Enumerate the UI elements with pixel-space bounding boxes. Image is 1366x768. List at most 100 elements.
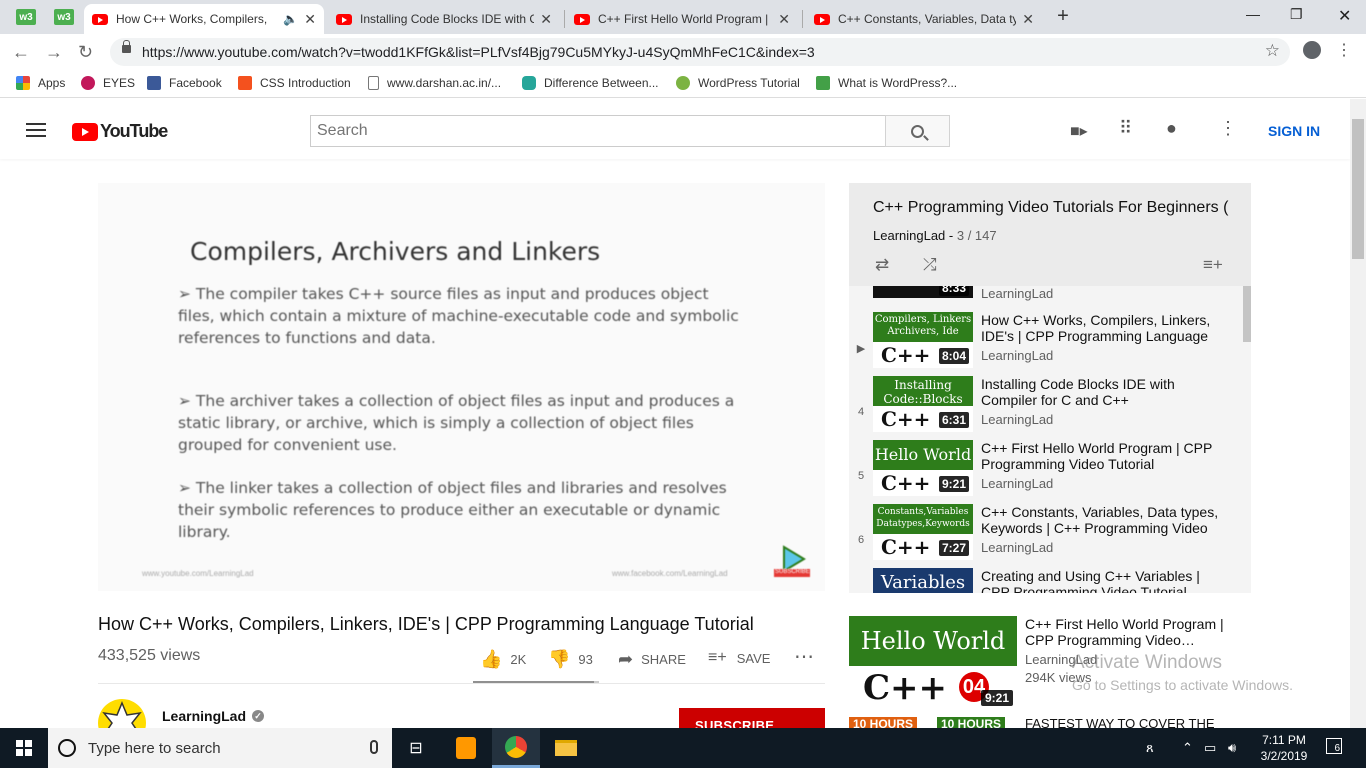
playlist-item[interactable]: 5 Hello World C++ 9:21 C++ First Hello W… bbox=[849, 440, 1239, 504]
minimize-button[interactable]: — bbox=[1246, 6, 1260, 22]
bookmark-facebook[interactable]: Facebook bbox=[147, 76, 222, 90]
bookmark-label: Difference Between... bbox=[544, 76, 659, 90]
new-tab-button[interactable]: + bbox=[1052, 6, 1074, 28]
account-icon[interactable] bbox=[1303, 41, 1321, 59]
playlist-title[interactable]: C++ Programming Video Tutorials For Begi… bbox=[873, 199, 1233, 217]
playlist-thumbnail: Variables bbox=[873, 568, 973, 593]
thumbnail-caption: Hello World bbox=[873, 440, 973, 470]
taskbar-search[interactable]: Type here to search bbox=[48, 728, 392, 768]
item-index: 4 bbox=[857, 406, 865, 418]
tab-4[interactable]: C++ Constants, Variables, Data ty ✕ bbox=[806, 4, 1042, 34]
sublime-text-icon[interactable] bbox=[442, 728, 490, 768]
bookmark-wordpress[interactable]: WordPress Tutorial bbox=[676, 76, 800, 90]
duration-badge: 8:33 bbox=[938, 286, 969, 296]
people-icon[interactable]: ጸ bbox=[1146, 740, 1154, 756]
search-button[interactable] bbox=[885, 115, 950, 147]
pinned-tab-w3-2[interactable]: w3 bbox=[50, 5, 78, 29]
system-clock[interactable]: 7:11 PM 3/2/2019 bbox=[1256, 732, 1312, 764]
browser-menu-icon[interactable]: ⋮ bbox=[1336, 40, 1352, 60]
battery-icon[interactable]: ▭ bbox=[1204, 740, 1216, 756]
notification-count: 6 bbox=[1334, 743, 1340, 754]
channel-avatar[interactable] bbox=[98, 699, 146, 729]
playlist-thumbnail: Compilers, Linkers Archivers, Ide C++ 8:… bbox=[873, 312, 973, 368]
cortana-icon bbox=[58, 739, 76, 757]
share-arrow-icon: ➦ bbox=[618, 649, 634, 669]
hamburger-menu-icon[interactable] bbox=[26, 123, 46, 137]
close-tab-icon[interactable]: ✕ bbox=[778, 11, 790, 28]
star-icon[interactable]: ☆ bbox=[1265, 41, 1280, 61]
settings-dots-icon[interactable]: ⋮ bbox=[1219, 118, 1237, 139]
channel-name[interactable]: LearningLad ✓ bbox=[162, 708, 265, 724]
speaker-icon[interactable]: 🔈 bbox=[283, 12, 298, 26]
playlist-thumbnail: Constants,Variables Datatypes,Keywords C… bbox=[873, 504, 973, 560]
thumbs-up-icon: 👍 bbox=[480, 649, 503, 669]
file-explorer-icon[interactable] bbox=[542, 728, 590, 768]
like-count: 2K bbox=[510, 652, 527, 667]
subscribe-button[interactable]: SUBSCRIBE 171K bbox=[679, 708, 825, 729]
duration-badge: 8:04 bbox=[938, 348, 969, 364]
messages-icon[interactable]: ● bbox=[1166, 118, 1177, 139]
youtube-logo[interactable]: YouTube bbox=[72, 121, 168, 142]
bookmark-difference[interactable]: Difference Between... bbox=[522, 76, 659, 90]
save-playlist-icon[interactable]: ≡+ bbox=[1203, 255, 1223, 275]
item-channel: LearningLad bbox=[981, 286, 1054, 301]
playlist-item[interactable]: 4 Installing Code::Blocks C++ 6:31 Insta… bbox=[849, 376, 1239, 440]
bookmark-darshan[interactable]: www.darshan.ac.in/... bbox=[368, 76, 501, 90]
like-button[interactable]: 👍 2K bbox=[480, 649, 526, 670]
bookmark-label: WordPress Tutorial bbox=[698, 76, 800, 90]
omnibox[interactable]: https://www.youtube.com/watch?v=twodd1KF… bbox=[110, 38, 1290, 66]
dislike-button[interactable]: 👎 93 bbox=[548, 649, 593, 670]
bookmark-apps[interactable]: Apps bbox=[16, 76, 65, 90]
back-arrow-icon[interactable]: ← bbox=[12, 42, 30, 63]
item-title: Installing Code Blocks IDE with Compiler… bbox=[981, 376, 1175, 408]
tab-2[interactable]: Installing Code Blocks IDE with C ✕ bbox=[328, 4, 560, 34]
tab-title: Installing Code Blocks IDE with C bbox=[360, 12, 535, 26]
playlist-item[interactable]: 6 Constants,Variables Datatypes,Keywords… bbox=[849, 504, 1239, 568]
create-video-icon[interactable]: ■▸ bbox=[1070, 121, 1088, 141]
playlist-item-current[interactable]: ▶ Compilers, Linkers Archivers, Ide C++ … bbox=[849, 312, 1239, 376]
w3-icon: w3 bbox=[54, 9, 74, 25]
tab-3[interactable]: C++ First Hello World Program | ✕ bbox=[566, 4, 798, 34]
forward-arrow-icon[interactable]: → bbox=[45, 42, 63, 63]
bookmark-what-is-wordpress[interactable]: What is WordPress?... bbox=[816, 76, 957, 90]
video-player[interactable]: Compilers, Archivers and Linkers ➢ The c… bbox=[98, 183, 825, 591]
chrome-icon[interactable] bbox=[492, 728, 540, 768]
volume-icon[interactable]: 🔊︎ bbox=[1228, 740, 1236, 756]
tab-title: C++ Constants, Variables, Data ty bbox=[838, 12, 1017, 26]
tab-active[interactable]: How C++ Works, Compilers, 🔈 ✕ bbox=[84, 4, 324, 34]
activate-windows-hint: Go to Settings to activate Windows. bbox=[1072, 677, 1293, 693]
reload-icon[interactable]: ↻ bbox=[78, 42, 93, 63]
page-scrollbar[interactable] bbox=[1350, 99, 1366, 729]
show-hidden-icons[interactable]: ⌃ bbox=[1182, 740, 1193, 756]
url-text[interactable]: https://www.youtube.com/watch?v=twodd1KF… bbox=[142, 44, 815, 60]
close-tab-icon[interactable]: ✕ bbox=[540, 11, 552, 28]
bookmark-css[interactable]: CSS Introduction bbox=[238, 76, 351, 90]
apps-grid-icon[interactable]: ⠿ bbox=[1119, 118, 1132, 139]
bookmark-label: What is WordPress?... bbox=[838, 76, 958, 90]
task-view-icon[interactable]: ⊟ bbox=[392, 728, 440, 768]
microphone-icon[interactable] bbox=[370, 740, 378, 754]
bookmark-eyes[interactable]: EYES bbox=[81, 76, 135, 90]
search-input[interactable] bbox=[310, 115, 886, 147]
loop-icon[interactable]: ⇄ bbox=[875, 255, 889, 275]
playlist-channel[interactable]: LearningLad bbox=[873, 228, 945, 243]
close-tab-icon[interactable]: ✕ bbox=[304, 11, 316, 28]
maximize-button[interactable]: ❐ bbox=[1290, 6, 1303, 23]
save-button[interactable]: ≡+ SAVE bbox=[708, 649, 770, 667]
more-actions-icon[interactable]: ⋯ bbox=[794, 644, 814, 669]
clock-time: 7:11 PM bbox=[1262, 733, 1306, 747]
playlist-scrollbar[interactable] bbox=[1243, 286, 1251, 342]
shuffle-icon[interactable]: ⤮ bbox=[923, 255, 937, 275]
playlist-item[interactable]: Variables Creating and Using C++ Variabl… bbox=[849, 568, 1239, 593]
sign-in-button[interactable]: SIGN IN bbox=[1268, 123, 1320, 139]
pinned-tab-w3[interactable]: w3 bbox=[12, 5, 40, 29]
close-window-button[interactable]: ✕ bbox=[1338, 6, 1351, 26]
action-center-icon[interactable]: 6 bbox=[1326, 738, 1342, 754]
item-channel: LearningLad bbox=[981, 476, 1054, 491]
tab-divider bbox=[564, 10, 565, 28]
close-tab-icon[interactable]: ✕ bbox=[1022, 11, 1034, 28]
windows-start-icon[interactable] bbox=[16, 740, 32, 756]
share-button[interactable]: ➦ SHARE bbox=[618, 649, 686, 670]
scrollbar-thumb[interactable] bbox=[1352, 119, 1364, 259]
subscribe-watermark[interactable]: SUBSCRIBE bbox=[774, 545, 810, 577]
